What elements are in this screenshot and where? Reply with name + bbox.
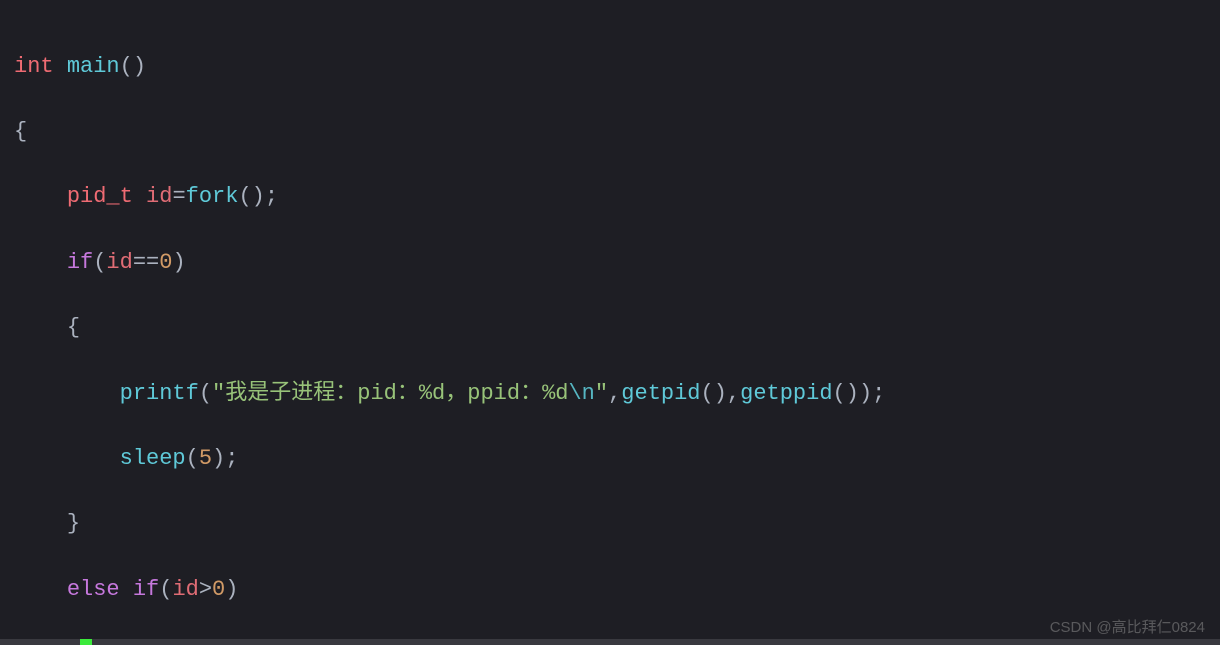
function-main: main (67, 54, 120, 79)
keyword-if: if (67, 250, 93, 275)
code-line: if(id==0) (0, 247, 1220, 280)
call-getpid: getpid (621, 381, 700, 406)
code-editor[interactable]: int main() { pid_t id=fork(); if(id==0) … (0, 0, 1220, 645)
code-line: int main() (0, 51, 1220, 84)
call-sleep: sleep (120, 446, 186, 471)
keyword-else: else (67, 577, 120, 602)
code-line: } (0, 508, 1220, 541)
text-cursor (80, 639, 92, 645)
code-line: { (0, 312, 1220, 345)
type-pidt: pid_t (67, 184, 133, 209)
keyword-int: int (14, 54, 54, 79)
code-line: pid_t id=fork(); (0, 181, 1220, 214)
code-line: { (0, 116, 1220, 149)
code-line-current: { (0, 639, 1220, 645)
code-line: sleep(5); (0, 443, 1220, 476)
watermark-text: CSDN @高比拜仁0824 (1050, 616, 1205, 637)
call-getppid: getppid (740, 381, 832, 406)
call-printf: printf (120, 381, 199, 406)
code-line: printf("我是子进程：pid：%d，ppid：%d\n",getpid()… (0, 378, 1220, 411)
keyword-if: if (133, 577, 159, 602)
call-fork: fork (186, 184, 239, 209)
code-line: else if(id>0) (0, 574, 1220, 607)
